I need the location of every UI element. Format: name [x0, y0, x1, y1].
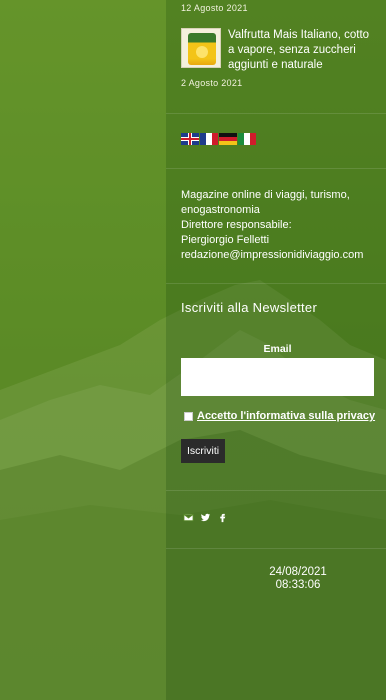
flag-it-icon[interactable]: [238, 133, 256, 145]
email-icon[interactable]: [181, 510, 196, 525]
flag-uk-icon[interactable]: [181, 133, 199, 145]
email-field[interactable]: [181, 358, 374, 396]
post-date: 2 Agosto 2021: [181, 78, 243, 88]
left-column: [0, 0, 166, 700]
about-line: Piergiorgio Felletti: [181, 234, 270, 246]
about-text: Magazine online di viaggi, turismo, enog…: [181, 188, 381, 263]
email-label: Email: [263, 343, 292, 355]
twitter-icon[interactable]: [198, 510, 213, 525]
about-line: Magazine online di viaggi, turismo,: [181, 189, 350, 201]
post-title-link[interactable]: Valfrutta Mais Italiano, cotto a vapore,…: [228, 28, 378, 73]
facebook-icon[interactable]: [215, 510, 230, 525]
privacy-checkbox[interactable]: [184, 411, 193, 421]
contact-email-link[interactable]: redazione@impressionidiviaggio.com: [181, 248, 381, 263]
privacy-consent: Accetto l'informativa sulla privacy: [184, 410, 375, 422]
flag-fr-icon[interactable]: [200, 133, 218, 145]
about-line: enogastronomia: [181, 204, 260, 216]
post-date: 12 Agosto 2021: [181, 3, 248, 13]
post-thumbnail[interactable]: [181, 28, 221, 68]
divider: [166, 548, 386, 549]
subscribe-button[interactable]: Iscriviti: [181, 439, 226, 463]
privacy-link[interactable]: Accetto l'informativa sulla privacy: [197, 410, 375, 422]
social-links: [181, 510, 230, 525]
date-time-clock: 24/08/2021 08:33:06: [166, 566, 386, 592]
divider: [166, 113, 386, 114]
about-line: Direttore responsabile:: [181, 219, 292, 231]
clock-time: 08:33:06: [275, 579, 321, 591]
flag-de-icon[interactable]: [219, 133, 237, 145]
language-switcher: [181, 133, 256, 146]
divider: [166, 168, 386, 169]
divider: [166, 283, 386, 284]
newsletter-title: Iscriviti alla Newsletter: [181, 300, 318, 315]
clock-date: 24/08/2021: [269, 566, 327, 578]
divider: [166, 490, 386, 491]
